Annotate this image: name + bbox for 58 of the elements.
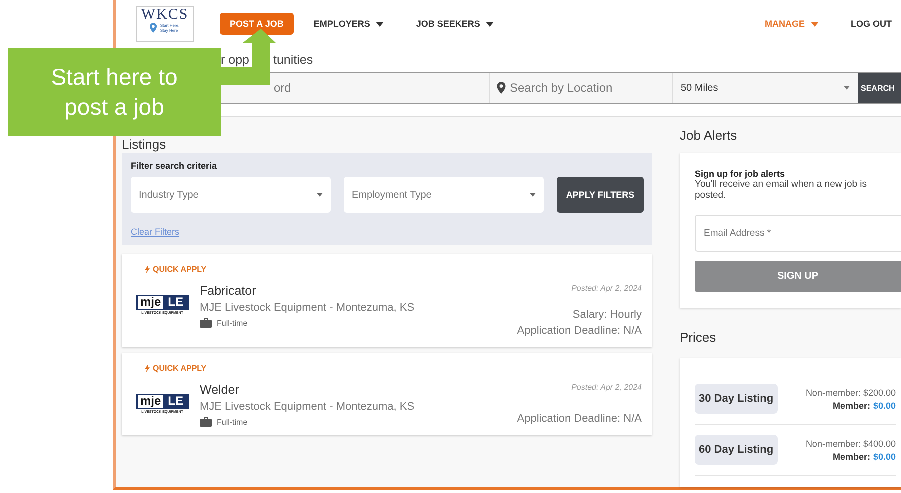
briefcase-icon: [200, 318, 212, 328]
employment-select[interactable]: Employment Type: [344, 177, 544, 213]
member-price: $0.00: [873, 452, 896, 462]
logo-mark: mje: [138, 296, 164, 309]
industry-select[interactable]: Industry Type: [131, 177, 331, 213]
nav-menu-item[interactable]: JOB SEEKERS: [416, 19, 494, 29]
logo-mark: LE: [167, 395, 185, 408]
member-label: Member:: [832, 400, 870, 410]
page-heading: tunities: [274, 53, 314, 67]
job-title[interactable]: Welder: [200, 383, 518, 397]
section-title: Job Alerts: [680, 126, 738, 144]
briefcase-icon: [200, 417, 212, 427]
alerts-description: You'll receive an email when a new job is posted.: [695, 179, 868, 201]
listing-badge: 60 Day Listing: [695, 435, 778, 465]
deadline-text: Application Deadline: N/A: [517, 324, 642, 339]
filter-title: Filter search criteria: [131, 161, 218, 171]
keyword-field[interactable]: ord: [272, 73, 490, 103]
posted-date: Posted: Apr 2, 2024: [572, 383, 642, 392]
non-member-price: Non-member: $200.00: [806, 388, 896, 398]
quick-apply-label: QUICK APPLY: [153, 364, 207, 373]
callout-text: Start here to post a job: [50, 63, 179, 122]
logo-title: WKCS: [141, 7, 189, 23]
caret-icon: [811, 22, 819, 26]
employment-type: Full-time: [217, 418, 248, 426]
map-pin-icon: [150, 23, 158, 33]
search-button[interactable]: SEARCH: [858, 73, 901, 103]
nav-menu-item[interactable]: LOG OUT: [851, 19, 892, 29]
caret-icon: [486, 22, 494, 26]
member-label: Member:: [832, 452, 870, 462]
company-name: MJE Livestock Equipment - Montezuma, KS: [200, 401, 416, 413]
distance-select[interactable]: 50 Miles: [673, 73, 858, 103]
lightning-icon: [145, 364, 150, 373]
listing-badge: 30 Day Listing: [695, 384, 778, 414]
section-title: Listings: [122, 136, 168, 153]
map-pin-icon: [497, 82, 506, 94]
email-field[interactable]: Email Address *: [695, 215, 901, 252]
salary-text: Salary: Hourly: [572, 308, 642, 323]
quick-apply-label: QUICK APPLY: [153, 265, 207, 274]
nav-menu-item[interactable]: EMPLOYERS: [314, 19, 384, 29]
deadline-text: Application Deadline: N/A: [517, 412, 642, 427]
logo-mark: mje: [138, 395, 164, 408]
section-title: Prices: [680, 328, 718, 346]
caret-icon: [317, 193, 323, 197]
employment-type: Full-time: [217, 318, 248, 328]
lightning-icon: [145, 265, 150, 274]
apply-filters-button[interactable]: APPLY FILTERS: [557, 177, 644, 213]
location-field[interactable]: Search by Location: [490, 73, 673, 103]
page-heading: r opp: [221, 53, 250, 67]
member-price: $0.00: [873, 400, 896, 410]
alerts-subtitle: Sign up for job alerts: [695, 169, 786, 179]
caret-icon: [844, 86, 850, 90]
caret-icon: [530, 193, 536, 197]
caret-icon: [376, 22, 384, 26]
logo-mark: LE: [167, 296, 185, 309]
non-member-price: Non-member: $400.00: [806, 438, 896, 448]
posted-date: Posted: Apr 2, 2024: [572, 284, 642, 293]
company-name: MJE Livestock Equipment - Montezuma, KS: [200, 302, 416, 314]
job-title[interactable]: Fabricator: [200, 284, 518, 298]
